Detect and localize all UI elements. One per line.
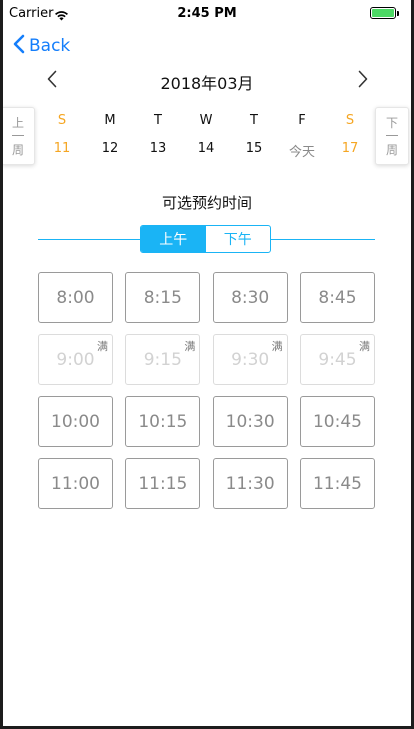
full-badge: 满: [97, 340, 108, 353]
time-slot[interactable]: 10:15: [125, 396, 201, 447]
day-sun[interactable]: S 11: [42, 113, 82, 156]
section-title: 可选预约时间: [161, 194, 252, 212]
day-date: 17: [341, 141, 359, 156]
day-date: 14: [197, 141, 215, 156]
time-slot[interactable]: 10:30: [212, 396, 288, 447]
battery-level: [372, 9, 394, 17]
month-title: 2018年03月: [160, 74, 254, 93]
day-letter: S: [57, 113, 67, 128]
slot-time: 8:45: [318, 287, 357, 308]
day-wed[interactable]: W 14: [186, 113, 226, 156]
divider-line-right: [271, 239, 375, 240]
slot-row: 9:00 满 9:15 满 9:30 满 9:45 满: [38, 334, 375, 385]
day-letter: M: [104, 113, 116, 128]
time-slot[interactable]: 11:45: [299, 458, 375, 509]
prev-week-label-top: 上: [11, 116, 24, 131]
time-slot-full: 9:45 满: [299, 334, 375, 385]
day-date: 13: [149, 141, 167, 156]
slot-row: 11:00 11:15 11:30 11:45: [38, 458, 375, 509]
full-badge: 满: [271, 340, 283, 353]
back-label: Back: [29, 36, 71, 56]
time-slot-full: 9:30 满: [212, 334, 288, 385]
time-slot[interactable]: 8:30: [212, 272, 288, 323]
time-slot[interactable]: 10:45: [299, 396, 375, 447]
next-month-button[interactable]: [351, 68, 375, 94]
chevron-left-icon: [13, 34, 25, 58]
battery-icon: [370, 7, 396, 19]
tab-afternoon[interactable]: 下午: [206, 226, 271, 252]
time-slot[interactable]: 11:00: [38, 458, 113, 509]
time-slot[interactable]: 10:00: [38, 396, 113, 447]
slot-time: 11:15: [138, 473, 188, 494]
day-letter: T: [154, 113, 162, 128]
battery-cap: [397, 11, 399, 16]
day-thu[interactable]: T 15: [234, 113, 274, 156]
next-week-button[interactable]: 下 周: [375, 107, 409, 165]
slot-row: 10:00 10:15 10:30 10:45: [38, 396, 375, 447]
day-mon[interactable]: M 12: [90, 113, 130, 156]
status-bar: Carrier 2:45 PM: [3, 0, 411, 26]
slot-time: 8:15: [143, 287, 182, 308]
time-slot-full: 9:15 满: [125, 334, 201, 385]
divider-line-left: [38, 239, 140, 240]
slot-time: 9:45: [318, 349, 357, 370]
slot-time: 11:30: [225, 473, 275, 494]
day-date: 12: [101, 141, 119, 156]
full-badge: 满: [184, 340, 196, 353]
day-fri-today[interactable]: F 今天: [282, 113, 322, 160]
slot-time: 8:30: [231, 287, 270, 308]
chevron-right-icon: [358, 70, 368, 92]
day-letter: F: [298, 113, 306, 128]
time-slot[interactable]: 11:15: [125, 458, 201, 509]
day-letter: S: [345, 113, 355, 128]
slot-time: 10:45: [312, 411, 362, 432]
time-slot[interactable]: 11:30: [212, 458, 288, 509]
slot-row: 8:00 8:15 8:30 8:45: [38, 272, 375, 323]
slot-time: 10:15: [138, 411, 188, 432]
time-slot-full: 9:00 满: [38, 334, 113, 385]
slot-time: 11:45: [312, 473, 362, 494]
slot-time: 9:30: [231, 349, 270, 370]
app-screen: Carrier 2:45 PM Back 2018年03月 上 周 下 周 S …: [3, 0, 411, 726]
slot-time: 10:00: [51, 411, 100, 432]
time-slot[interactable]: 8:45: [299, 272, 375, 323]
prev-week-label-bottom: 周: [11, 142, 24, 157]
day-date: 今天: [288, 145, 315, 160]
slot-time: 10:30: [225, 411, 275, 432]
time-slot-grid: 8:00 8:15 8:30 8:45 9:00 满 9:15 满 9:30 满…: [38, 272, 375, 520]
am-pm-segmented-control: 上午 下午: [140, 225, 271, 253]
slot-time: 9:00: [56, 349, 95, 370]
day-date: 11: [53, 141, 71, 156]
prev-week-divider: [12, 135, 24, 137]
next-week-label-bottom: 周: [385, 142, 398, 157]
day-sat[interactable]: S 17: [330, 113, 370, 156]
tab-morning[interactable]: 上午: [141, 226, 206, 252]
day-letter: W: [199, 113, 213, 128]
back-button[interactable]: Back: [13, 33, 70, 59]
next-week-label-top: 下: [385, 116, 398, 131]
slot-time: 9:15: [143, 349, 182, 370]
day-tue[interactable]: T 13: [138, 113, 178, 156]
slot-time: 11:00: [51, 473, 100, 494]
status-time: 2:45 PM: [177, 6, 237, 21]
time-slot[interactable]: 8:00: [38, 272, 113, 323]
slot-time: 8:00: [56, 287, 95, 308]
day-date: 15: [245, 141, 263, 156]
time-slot[interactable]: 8:15: [125, 272, 201, 323]
day-letter: T: [250, 113, 258, 128]
prev-week-button[interactable]: 上 周: [3, 107, 35, 165]
full-badge: 满: [358, 340, 370, 353]
next-week-divider: [386, 135, 398, 137]
